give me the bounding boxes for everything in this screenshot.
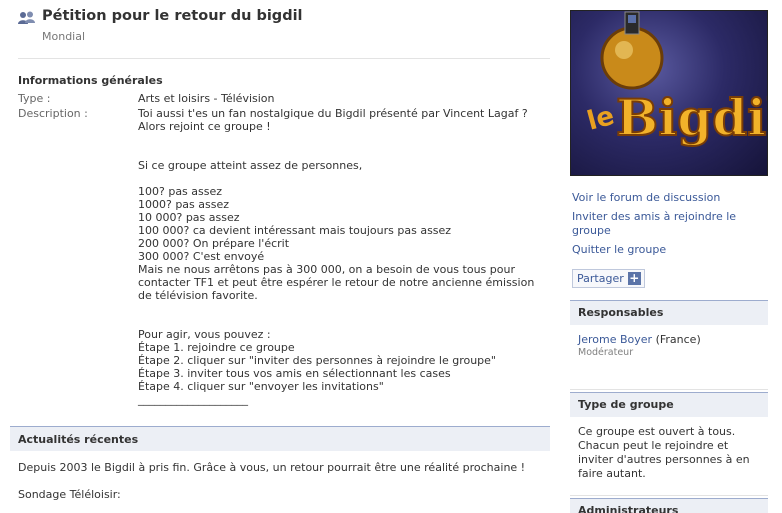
section-title: Actualités récentes <box>18 433 139 446</box>
main-column: Pétition pour le retour du bigdil Mondia… <box>0 0 560 513</box>
type-label: Type : <box>18 92 51 105</box>
share-button[interactable]: Partager + <box>572 269 645 288</box>
responsable-name-link[interactable]: Jerome Boyer <box>578 333 652 346</box>
box-title: Responsables <box>570 300 768 325</box>
box-title: Administrateurs <box>570 498 768 513</box>
box-title: Type de groupe <box>570 392 768 417</box>
group-picture[interactable]: le Bigdil <box>570 10 768 176</box>
description-label: Description : <box>18 107 88 120</box>
responsable-role: Modérateur <box>578 347 634 358</box>
section-title: Informations générales <box>18 74 163 87</box>
leave-group-link[interactable]: Quitter le groupe <box>572 243 666 257</box>
administrators-box: Administrateurs <box>570 498 768 513</box>
forum-link[interactable]: Voir le forum de discussion <box>572 191 720 205</box>
svg-text:Bigdil: Bigdil <box>616 88 768 147</box>
description-text: Toi aussi t'es un fan nostalgique du Big… <box>138 107 550 406</box>
news-text: Depuis 2003 le Bigdil à pris fin. Grâce … <box>18 461 526 474</box>
group-icon <box>18 11 36 25</box>
svg-text:le: le <box>584 101 617 137</box>
share-label: Partager <box>577 272 624 285</box>
recent-news-header: Actualités récentes <box>10 426 550 451</box>
plus-icon: + <box>627 271 641 285</box>
divider <box>18 58 550 59</box>
type-link[interactable]: Arts et loisirs - Télévision <box>138 92 550 105</box>
group-network: Mondial <box>42 30 86 43</box>
general-info-section: Informations générales Type : Arts et lo… <box>18 74 550 406</box>
sidebar: le Bigdil Voir le forum de discussion In… <box>570 0 782 513</box>
invite-friends-link[interactable]: Inviter des amis à rejoindre le groupe <box>572 210 742 238</box>
poll-label: Sondage Téléloisir: <box>18 488 121 501</box>
bigdil-logo: le Bigdil <box>570 10 768 176</box>
group-type-text: Ce groupe est ouvert à tous. Chacun peut… <box>578 425 750 480</box>
responsable-country: (France) <box>655 333 701 346</box>
responsables-box: Responsables Jerome Boyer (France) Modér… <box>570 300 768 390</box>
description-body: Toi aussi t'es un fan nostalgique du Big… <box>138 107 535 406</box>
group-type-box: Type de groupe Ce groupe est ouvert à to… <box>570 392 768 496</box>
page-title: Pétition pour le retour du bigdil <box>42 8 303 24</box>
